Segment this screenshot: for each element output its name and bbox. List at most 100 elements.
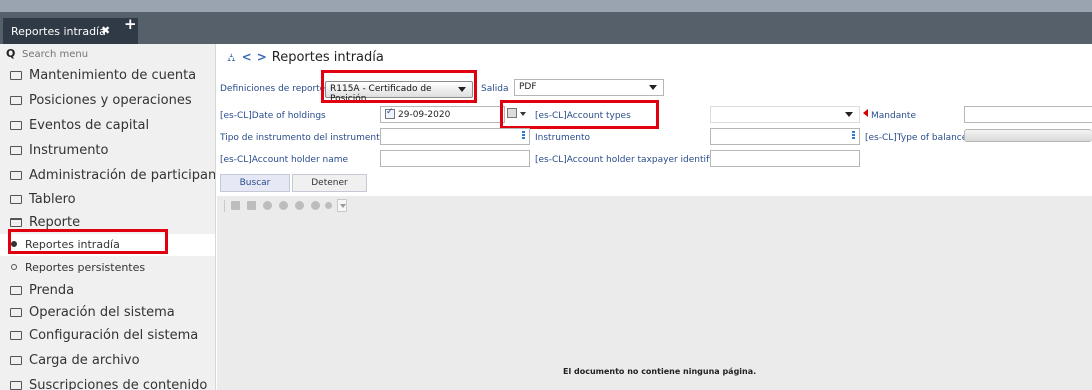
sidebar-item-reporte[interactable]: Reporte [0, 212, 215, 234]
type-of-balance-label: [es-CL]Type of balance [865, 133, 968, 143]
tab-reportes-intradia[interactable]: Reportes intradía ✖ [3, 18, 138, 44]
sidebar-subitem-reportes-intradia[interactable]: Reportes intradía [0, 234, 215, 256]
chevron-down-icon [845, 112, 853, 117]
toolbar-separator [224, 200, 225, 212]
sidebar-item-instrumento[interactable]: Instrumento [0, 140, 215, 162]
previous-page-icon[interactable] [263, 201, 272, 210]
type-of-balance-select[interactable] [964, 129, 1092, 142]
sidebar-item-label: Mantenimiento de cuenta [29, 68, 197, 83]
account-holder-name-field[interactable] [380, 150, 530, 167]
account-holder-taxpayer-label: [es-CL]Account holder taxpayer identifie… [535, 155, 721, 165]
required-marker-icon [863, 109, 868, 117]
report-form: ⛼ < > Reportes intradía Definiciones de rep… [217, 44, 1092, 196]
sidebar-item-label: Eventos de capital [29, 118, 150, 133]
sidebar-item-label: Reportes intradía [25, 238, 120, 251]
instrumento-label: Instrumento [535, 133, 591, 143]
folder-icon [10, 71, 22, 80]
folder-icon [10, 171, 22, 180]
report-definition-select[interactable]: R115A - Certificado de Posición [325, 81, 473, 104]
page-title: ⛼ < > Reportes intradía [227, 50, 384, 70]
sidebar-item-administracion[interactable]: Administración de participantes [0, 165, 215, 187]
sidebar-item-label: Instrumento [29, 143, 109, 158]
zoom-dropdown[interactable] [337, 199, 347, 212]
sidebar-item-prenda[interactable]: Prenda [0, 280, 215, 302]
report-definition-label: Definiciones de reporte [220, 84, 326, 94]
chevron-down-icon[interactable] [520, 112, 526, 116]
sidebar-item-suscripciones[interactable]: Suscripciones de contenido [0, 375, 215, 390]
detener-button[interactable]: Detener [292, 174, 367, 192]
instrumento-field[interactable] [710, 128, 860, 145]
account-types-select[interactable] [710, 106, 860, 123]
date-of-holdings-field[interactable]: 29-09-2020 [380, 106, 505, 123]
close-icon[interactable]: ✖ [101, 24, 110, 37]
forward-icon[interactable]: > [257, 50, 267, 64]
export-icon[interactable] [231, 201, 240, 210]
sidebar-item-label: Prenda [29, 283, 75, 298]
sidebar-item-label: Posiciones y operaciones [29, 93, 192, 108]
add-tab-icon[interactable]: + [124, 15, 137, 33]
salida-label: Salida [481, 84, 509, 94]
sidebar-item-mantenimiento[interactable]: Mantenimiento de cuenta [0, 65, 215, 87]
sidebar-menu: Q Mantenimiento de cuenta Posiciones y o… [0, 44, 216, 390]
sidebar-item-label: Operación del sistema [29, 305, 175, 320]
folder-icon [10, 195, 22, 204]
open-folder-icon [10, 218, 22, 227]
salida-value: PDF [519, 82, 537, 92]
sidebar-item-tablero[interactable]: Tablero [0, 189, 215, 211]
sidebar-item-label: Carga de archivo [29, 353, 140, 368]
folder-icon [10, 308, 22, 317]
folder-icon [10, 331, 22, 340]
sidebar-item-eventos[interactable]: Eventos de capital [0, 115, 215, 137]
report-viewer-toolbar [217, 196, 1092, 216]
chevron-down-icon [458, 87, 466, 92]
sidebar-item-label: Tablero [29, 192, 76, 207]
date-of-holdings-label: [es-CL]Date of holdings [220, 111, 326, 121]
zoom-in-icon[interactable] [311, 201, 320, 210]
sidebar-item-configuracion[interactable]: Configuración del sistema [0, 325, 215, 347]
next-page-icon[interactable] [279, 201, 288, 210]
sidebar-item-label: Reportes persistentes [25, 261, 146, 274]
menu-search: Q [6, 47, 214, 61]
sidebar-item-carga[interactable]: Carga de archivo [0, 350, 215, 372]
instrument-type-field[interactable] [380, 128, 530, 145]
list-icon[interactable] [522, 131, 525, 140]
mandante-field[interactable] [964, 106, 1092, 123]
chevron-down-icon [649, 85, 657, 90]
buscar-button[interactable]: Buscar [220, 174, 290, 192]
account-holder-name-label: [es-CL]Account holder name [220, 155, 349, 165]
bullet-icon [11, 264, 17, 270]
mandante-label: Mandante [871, 111, 916, 121]
sidebar-item-label: Suscripciones de contenido [29, 378, 208, 390]
folder-icon [10, 121, 22, 130]
zoom-menu-icon[interactable] [325, 202, 332, 209]
window-top-bar [0, 0, 1092, 12]
calendar-icon[interactable] [507, 108, 517, 118]
date-of-holdings-value: 29-09-2020 [398, 110, 451, 120]
print-icon[interactable] [247, 201, 256, 210]
no-pages-message: El documento no contiene ninguna página. [563, 367, 757, 376]
sidebar-item-operacion[interactable]: Operación del sistema [0, 302, 215, 324]
list-icon[interactable] [852, 131, 855, 140]
sidebar-item-label: Reporte [29, 215, 81, 230]
sidebar-item-label: Configuración del sistema [29, 328, 199, 343]
sitemap-icon[interactable]: ⛼ [227, 51, 236, 64]
folder-icon [10, 356, 22, 365]
salida-select[interactable]: PDF [514, 79, 664, 96]
account-types-label: [es-CL]Account types [535, 111, 631, 121]
search-input[interactable] [22, 47, 212, 61]
search-icon: Q [6, 47, 16, 60]
sidebar-item-posiciones[interactable]: Posiciones y operaciones [0, 90, 215, 112]
back-icon[interactable]: < [242, 50, 252, 64]
tab-label: Reportes intradía [11, 25, 106, 38]
folder-icon [10, 146, 22, 155]
folder-icon [10, 286, 22, 295]
tab-strip: Reportes intradía ✖ + [0, 12, 1092, 44]
main-panel: ⛼ < > Reportes intradía Definiciones de rep… [217, 44, 1092, 390]
zoom-out-icon[interactable] [295, 201, 304, 210]
checkbox-icon[interactable] [385, 107, 395, 119]
instrument-type-label: Tipo de instrumento del instrumento [220, 133, 386, 143]
folder-icon [10, 381, 22, 390]
report-definition-value: R115A - Certificado de Posición [330, 84, 432, 104]
sidebar-subitem-reportes-persistentes[interactable]: Reportes persistentes [0, 257, 215, 279]
account-holder-taxpayer-field[interactable] [710, 150, 860, 167]
